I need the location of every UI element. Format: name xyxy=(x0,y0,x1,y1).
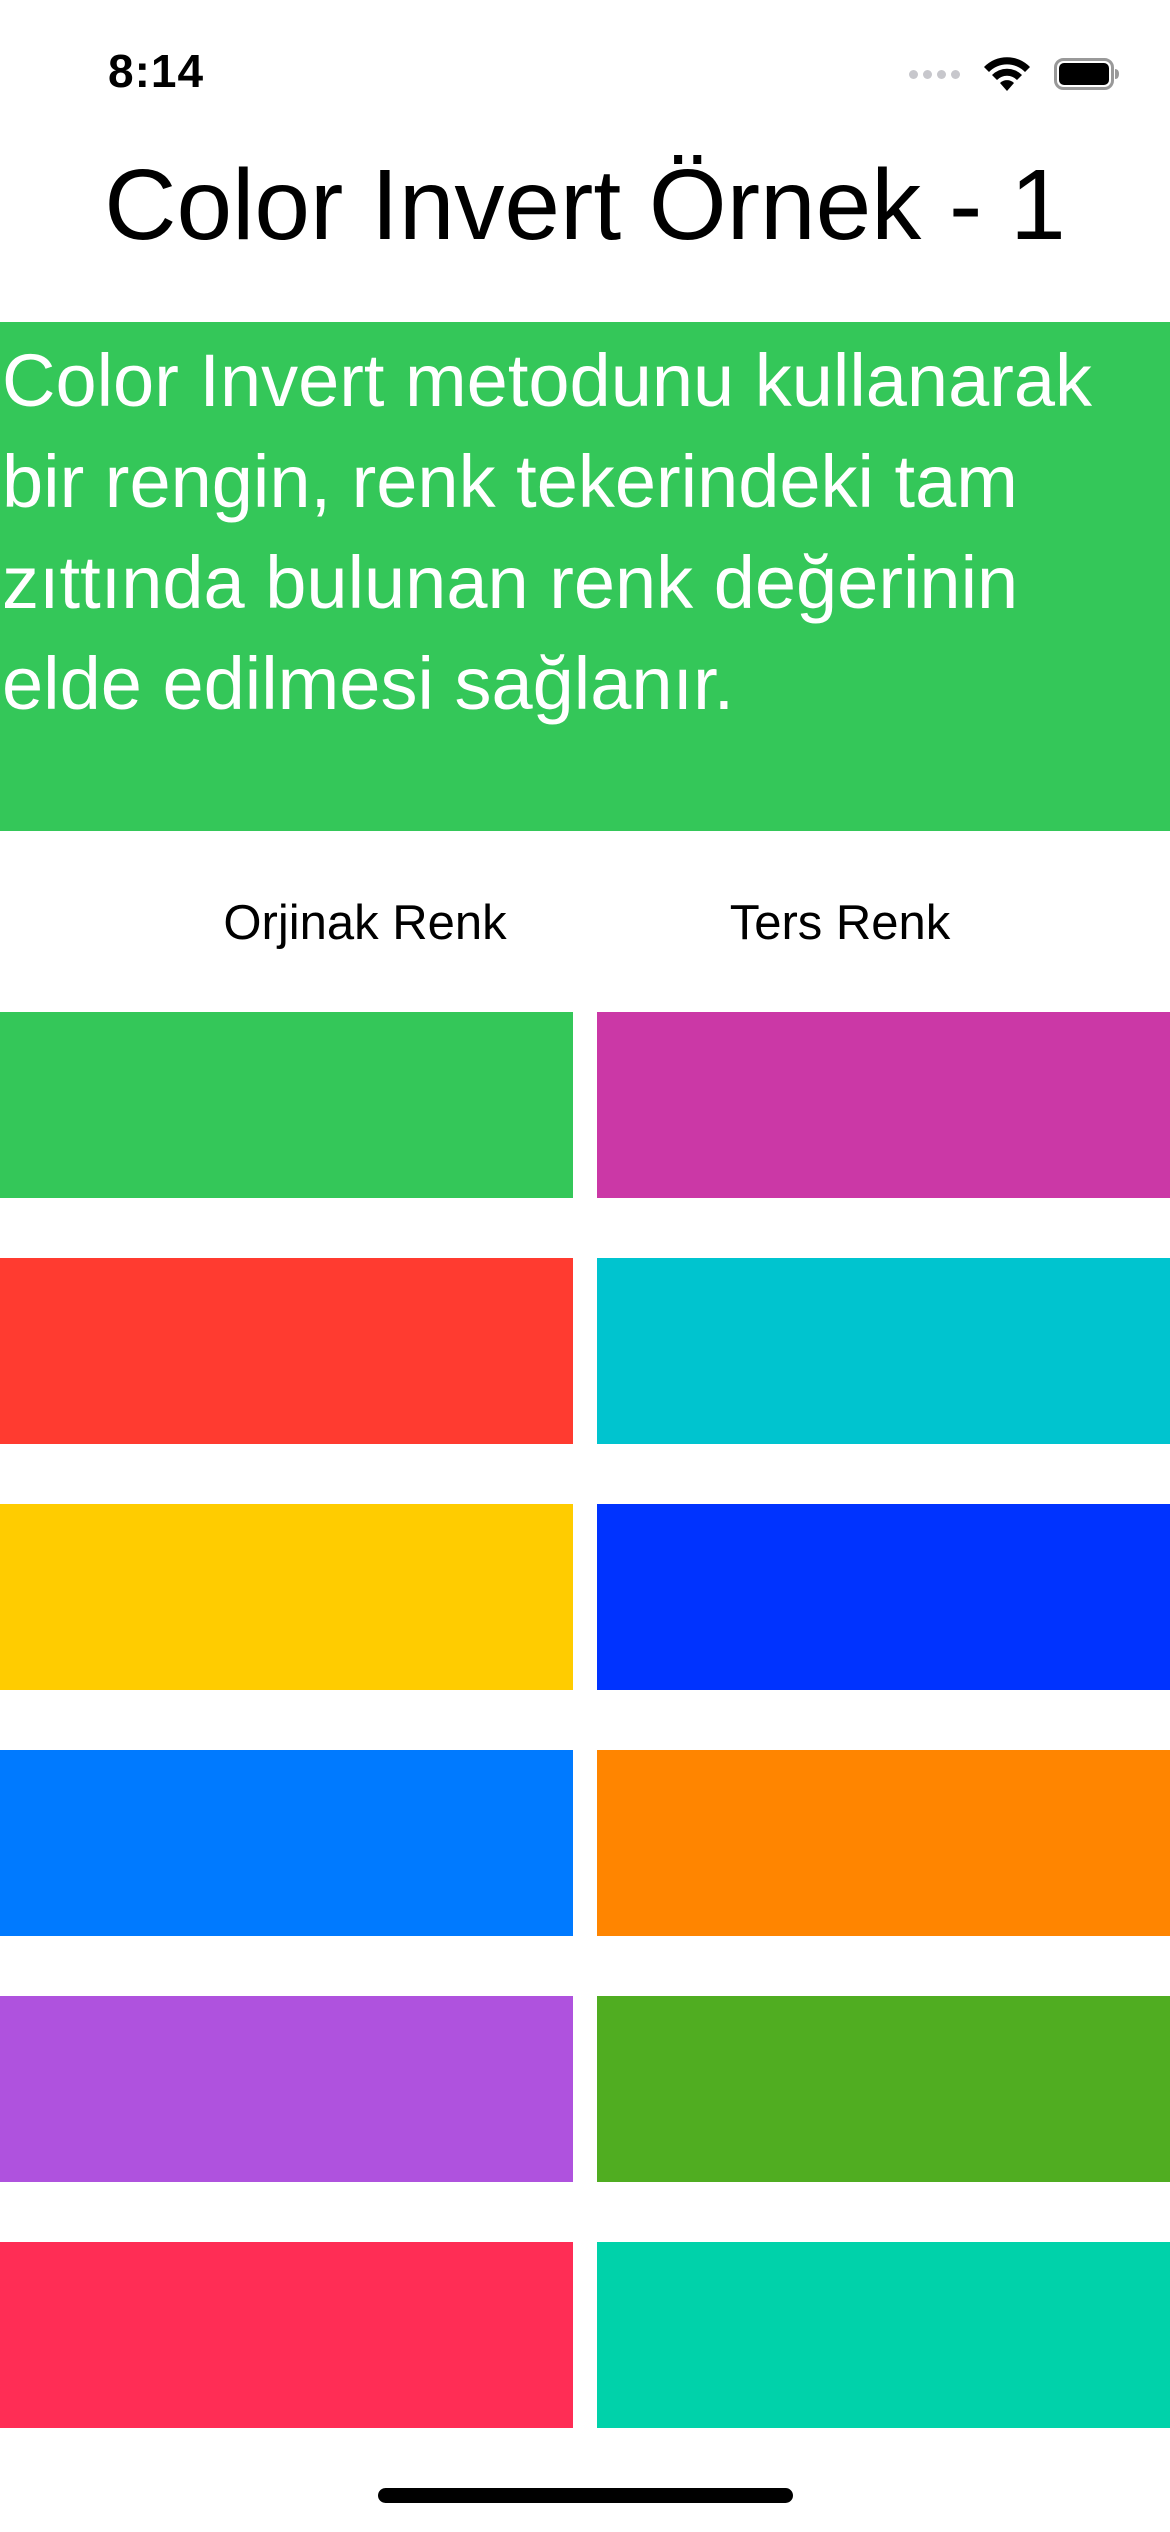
inverted-color-swatch xyxy=(597,2242,1170,2428)
inverted-color-swatch xyxy=(597,1012,1170,1198)
inverted-color-swatch xyxy=(597,1750,1170,1936)
status-icons xyxy=(909,52,1120,96)
status-bar: 8:14 xyxy=(0,0,1170,140)
page-title: Color Invert Örnek - 1 xyxy=(104,149,1066,261)
inverted-color-swatch xyxy=(597,1258,1170,1444)
home-indicator[interactable] xyxy=(378,2488,793,2503)
inverted-color-swatch xyxy=(597,1996,1170,2182)
inverted-color-swatch xyxy=(597,1504,1170,1690)
status-time: 8:14 xyxy=(108,45,205,97)
original-color-swatch xyxy=(0,1504,573,1690)
wifi-icon xyxy=(984,57,1030,91)
original-color-swatch xyxy=(0,1996,573,2182)
original-color-swatch xyxy=(0,1258,573,1444)
original-color-swatch xyxy=(0,2242,573,2428)
signal-dots-icon xyxy=(909,69,960,79)
original-color-swatch xyxy=(0,1750,573,1936)
original-color-swatch xyxy=(0,1012,573,1198)
original-color-header: Orjinak Renk xyxy=(223,896,507,950)
inverted-color-header: Ters Renk xyxy=(729,896,951,950)
battery-icon xyxy=(1054,58,1119,90)
description-panel: Color Invert metodunu kullanarak bir ren… xyxy=(0,322,1170,831)
